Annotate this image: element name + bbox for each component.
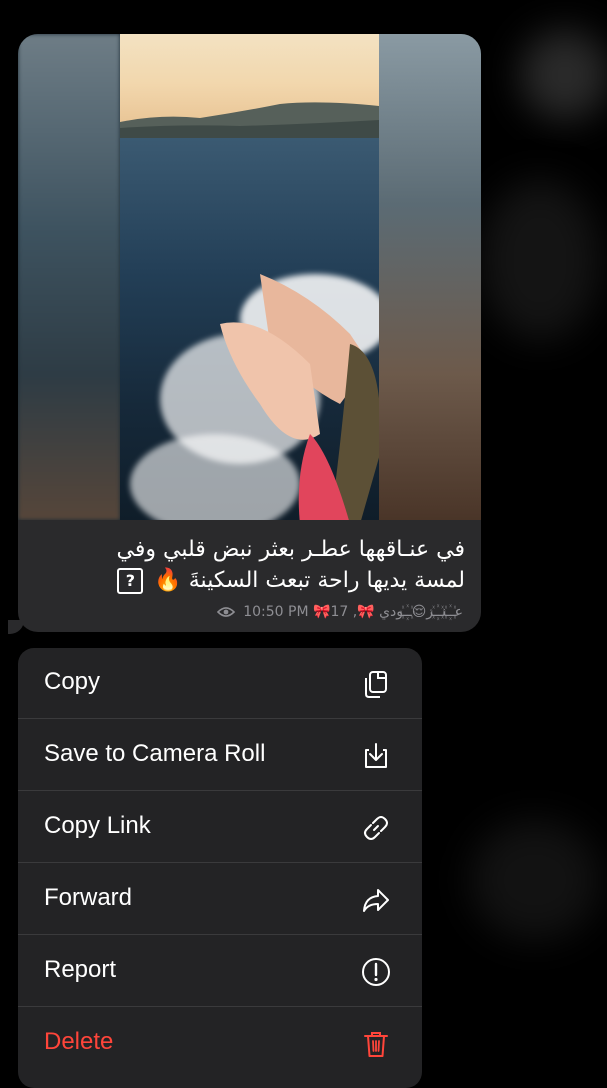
menu-item-label: Save to Camera Roll [44, 740, 266, 767]
context-menu: Copy Save to Camera Roll Copy Link Forwa… [18, 648, 422, 1088]
eye-icon [216, 607, 235, 617]
menu-item-delete[interactable]: Delete [18, 1008, 422, 1079]
menu-item-copy[interactable]: Copy [18, 648, 422, 719]
forward-icon [363, 889, 389, 912]
menu-item-forward[interactable]: Forward [18, 864, 422, 935]
view-count: 17 [330, 604, 349, 620]
background-blur [480, 180, 600, 340]
menu-item-label: Delete [44, 1028, 114, 1055]
video-preview[interactable] [18, 34, 481, 520]
video-shoreline [120, 102, 379, 138]
message-meta: 10:50 PM 🎀عـ꙰ـنـ꙰ـز😌ـ꙰ـودي 🎀, 17 [216, 602, 463, 621]
message-caption: في عنـاقهها عطـر بعثر نبض قلبي وفي لمسة … [40, 534, 465, 596]
caption-line: في عنـاقهها عطـر بعثر نبض قلبي وفي [116, 537, 465, 562]
menu-item-label: Copy Link [44, 812, 151, 839]
media-blur-right [379, 34, 481, 520]
menu-item-label: Copy [44, 668, 101, 695]
caption-line-text: لمسة يديها راحة تبعث السكينةَ 🔥 [154, 568, 465, 593]
message-time: 10:50 PM [243, 604, 309, 620]
download-icon [365, 743, 387, 768]
question-badge-icon: ? [117, 568, 144, 594]
copy-icon [365, 671, 387, 698]
video-hands [220, 274, 379, 520]
media-blur-left [18, 34, 120, 520]
menu-item-save-to-camera-roll[interactable]: Save to Camera Roll [18, 720, 422, 791]
menu-item-report[interactable]: Report [18, 936, 422, 1007]
video-frame[interactable] [120, 34, 379, 520]
background-blur [520, 30, 607, 120]
caption-line: لمسة يديها راحة تبعث السكينةَ 🔥 ? [40, 565, 465, 596]
menu-item-label: Forward [44, 884, 133, 911]
background-blur [470, 820, 600, 940]
exclamation-icon [362, 958, 390, 986]
menu-item-label: Report [44, 956, 117, 983]
menu-item-copy-link[interactable]: Copy Link [18, 792, 422, 863]
message-bubble[interactable]: في عنـاقهها عطـر بعثر نبض قلبي وفي لمسة … [18, 34, 481, 632]
link-icon [364, 816, 388, 840]
trash-icon [364, 1032, 388, 1057]
